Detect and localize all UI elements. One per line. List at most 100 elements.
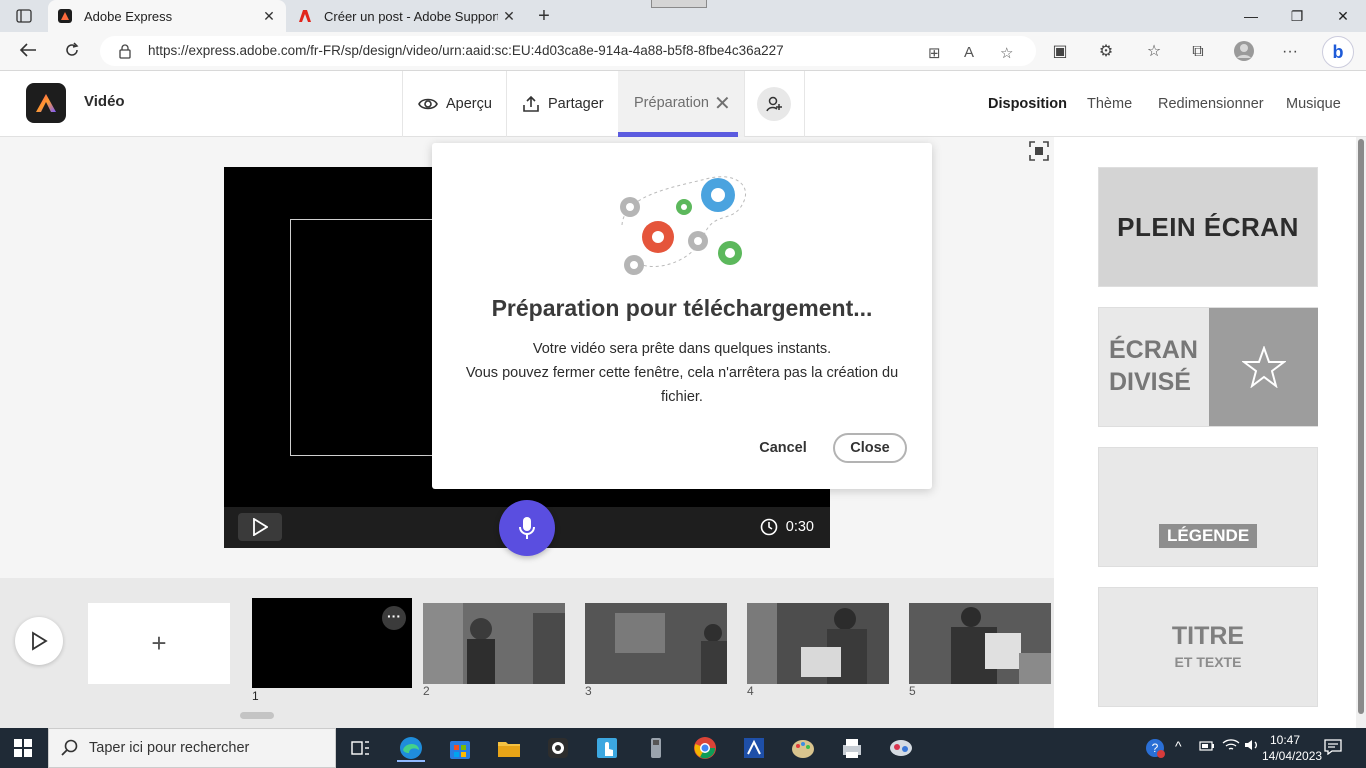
layout-frame bbox=[290, 219, 450, 456]
drag-handle[interactable] bbox=[651, 0, 707, 8]
caption-label: LÉGENDE bbox=[1159, 524, 1258, 548]
scene-thumbnail-4[interactable] bbox=[747, 603, 889, 684]
layout-split-screen[interactable]: ÉCRAN DIVISÉ bbox=[1098, 307, 1318, 427]
cancel-button[interactable]: Cancel bbox=[752, 433, 814, 463]
layout-caption[interactable]: LÉGENDE bbox=[1098, 447, 1318, 567]
dialog-line-1: Votre vidéo sera prête dans quelques ins… bbox=[532, 341, 832, 357]
windows-taskbar: Taper ici pour rechercher ? ^ 10:47 14/0… bbox=[0, 728, 1366, 768]
add-scene-button[interactable]: + bbox=[88, 603, 230, 684]
record-voice-button[interactable] bbox=[499, 500, 555, 556]
back-arrow-icon[interactable] bbox=[14, 38, 42, 66]
scrollbar-thumb[interactable] bbox=[1358, 139, 1364, 714]
refresh-icon[interactable] bbox=[58, 38, 86, 66]
extensions-icon[interactable]: ⚙ bbox=[1094, 40, 1118, 64]
tab-preparation[interactable]: Préparation ✕ bbox=[618, 71, 744, 137]
browser-toolbar: https://express.adobe.com/fr-FR/sp/desig… bbox=[0, 32, 1366, 71]
app-header: Vidéo Aperçu Partager Préparation ✕ Disp… bbox=[0, 71, 1366, 137]
play-all-button[interactable] bbox=[15, 617, 63, 665]
wifi-icon[interactable] bbox=[1222, 738, 1240, 755]
divider bbox=[744, 71, 745, 137]
printer-icon[interactable] bbox=[838, 734, 866, 762]
share-button[interactable]: Partager bbox=[522, 71, 604, 137]
bing-icon[interactable]: b bbox=[1322, 36, 1354, 68]
layout-title-text[interactable]: TITRE ET TEXTE bbox=[1098, 587, 1318, 707]
profile-avatar[interactable] bbox=[1232, 40, 1256, 64]
adobe-favicon-icon bbox=[298, 9, 312, 23]
browser-tab-adobe-support[interactable]: Créer un post - Adobe Support C ✕ bbox=[290, 0, 526, 32]
minimize-button[interactable]: — bbox=[1228, 4, 1274, 28]
tab-resize[interactable]: Redimensionner bbox=[1158, 96, 1264, 112]
tab-theme[interactable]: Thème bbox=[1087, 96, 1132, 112]
url-text[interactable]: https://express.adobe.com/fr-FR/sp/desig… bbox=[148, 43, 784, 58]
new-tab-button[interactable]: + bbox=[534, 4, 554, 28]
close-icon[interactable]: ✕ bbox=[714, 91, 731, 116]
tab-title: Adobe Express bbox=[84, 8, 173, 24]
play-icon bbox=[32, 631, 48, 651]
close-tab-icon[interactable]: ✕ bbox=[258, 8, 280, 25]
close-window-button[interactable]: ✕ bbox=[1320, 4, 1366, 28]
panel-scrollbar[interactable] bbox=[1356, 137, 1366, 728]
usb-device-icon[interactable] bbox=[642, 734, 670, 762]
paint-icon[interactable] bbox=[789, 734, 817, 762]
lock-icon[interactable] bbox=[118, 43, 132, 59]
split-line-1: ÉCRAN bbox=[1109, 336, 1198, 364]
layout-fullscreen-label: PLEIN ÉCRAN bbox=[1117, 211, 1299, 242]
address-bar[interactable]: https://express.adobe.com/fr-FR/sp/desig… bbox=[100, 36, 1036, 66]
photo-app-icon[interactable] bbox=[887, 734, 915, 762]
collections-icon[interactable]: ▣ bbox=[1048, 40, 1072, 64]
tab-actions-icon[interactable] bbox=[10, 6, 38, 26]
scene-thumbnail-5[interactable] bbox=[909, 603, 1051, 684]
app-available-icon[interactable]: ⊞ bbox=[928, 44, 941, 62]
chrome-icon[interactable] bbox=[691, 734, 719, 762]
read-aloud-icon[interactable]: A bbox=[964, 44, 974, 61]
chevron-up-icon[interactable]: ^ bbox=[1175, 738, 1182, 754]
layout-fullscreen[interactable]: PLEIN ÉCRAN bbox=[1098, 167, 1318, 287]
play-icon bbox=[253, 518, 268, 536]
scene-timeline: + ··· 1 2 3 4 5 bbox=[0, 578, 1054, 728]
tab-disposition[interactable]: Disposition bbox=[988, 96, 1067, 112]
file-explorer-icon[interactable] bbox=[495, 734, 523, 762]
document-app-icon[interactable] bbox=[740, 734, 768, 762]
store-icon[interactable] bbox=[446, 734, 474, 762]
timeline-scrollbar[interactable] bbox=[240, 712, 274, 719]
taskbar-search[interactable]: Taper ici pour rechercher bbox=[48, 728, 336, 768]
scene-thumbnail-3[interactable] bbox=[585, 603, 727, 684]
star-icon bbox=[1241, 346, 1286, 388]
split-label: ÉCRAN DIVISÉ bbox=[1109, 334, 1198, 398]
text-label: ET TEXTE bbox=[1174, 654, 1242, 670]
dialog-title: Préparation pour téléchargement... bbox=[491, 295, 873, 321]
close-button[interactable]: Close bbox=[833, 433, 907, 463]
help-icon[interactable]: ? bbox=[1144, 737, 1166, 762]
more-options-icon[interactable]: ··· bbox=[382, 606, 406, 630]
eye-icon bbox=[418, 98, 438, 110]
notification-icon[interactable] bbox=[1324, 739, 1342, 755]
browser-tab-adobe-express[interactable]: Adobe Express ✕ bbox=[48, 0, 286, 32]
tab-music[interactable]: Musique bbox=[1286, 96, 1341, 112]
restore-button[interactable]: ❐ bbox=[1274, 4, 1320, 28]
favorites-icon[interactable]: ☆ bbox=[1142, 40, 1166, 64]
windows-start-icon[interactable] bbox=[14, 739, 32, 757]
clock[interactable]: 10:47 14/04/2023 bbox=[1262, 732, 1322, 764]
camera-app-icon[interactable] bbox=[544, 734, 572, 762]
close-tab-icon[interactable]: ✕ bbox=[498, 8, 520, 25]
volume-icon[interactable] bbox=[1244, 738, 1260, 755]
battery-icon[interactable] bbox=[1199, 738, 1215, 755]
task-view-icon[interactable] bbox=[346, 734, 374, 762]
layouts-panel: PLEIN ÉCRAN ÉCRAN DIVISÉ LÉGENDE TITRE ET… bbox=[1054, 137, 1356, 728]
edge-icon[interactable] bbox=[397, 734, 425, 762]
add-favorite-icon[interactable]: ☆ bbox=[1000, 44, 1013, 62]
more-options-icon[interactable]: ··· bbox=[1278, 40, 1302, 64]
clock-time: 10:47 bbox=[1269, 733, 1301, 747]
preview-button[interactable]: Aperçu bbox=[418, 71, 492, 137]
play-button[interactable] bbox=[238, 513, 282, 541]
search-placeholder: Taper ici pour rechercher bbox=[89, 740, 250, 756]
invite-user-button[interactable] bbox=[757, 87, 791, 121]
share-label: Partager bbox=[548, 96, 604, 112]
scene-thumbnail-1[interactable]: ··· bbox=[252, 598, 412, 688]
tabs-collection-icon[interactable]: ⧉ bbox=[1186, 40, 1210, 64]
fullscreen-icon[interactable] bbox=[1029, 141, 1049, 161]
scene-thumbnail-2[interactable] bbox=[423, 603, 565, 684]
split-left: ÉCRAN DIVISÉ bbox=[1099, 308, 1209, 426]
touch-app-icon[interactable] bbox=[593, 734, 621, 762]
adobe-express-logo[interactable] bbox=[26, 83, 66, 123]
